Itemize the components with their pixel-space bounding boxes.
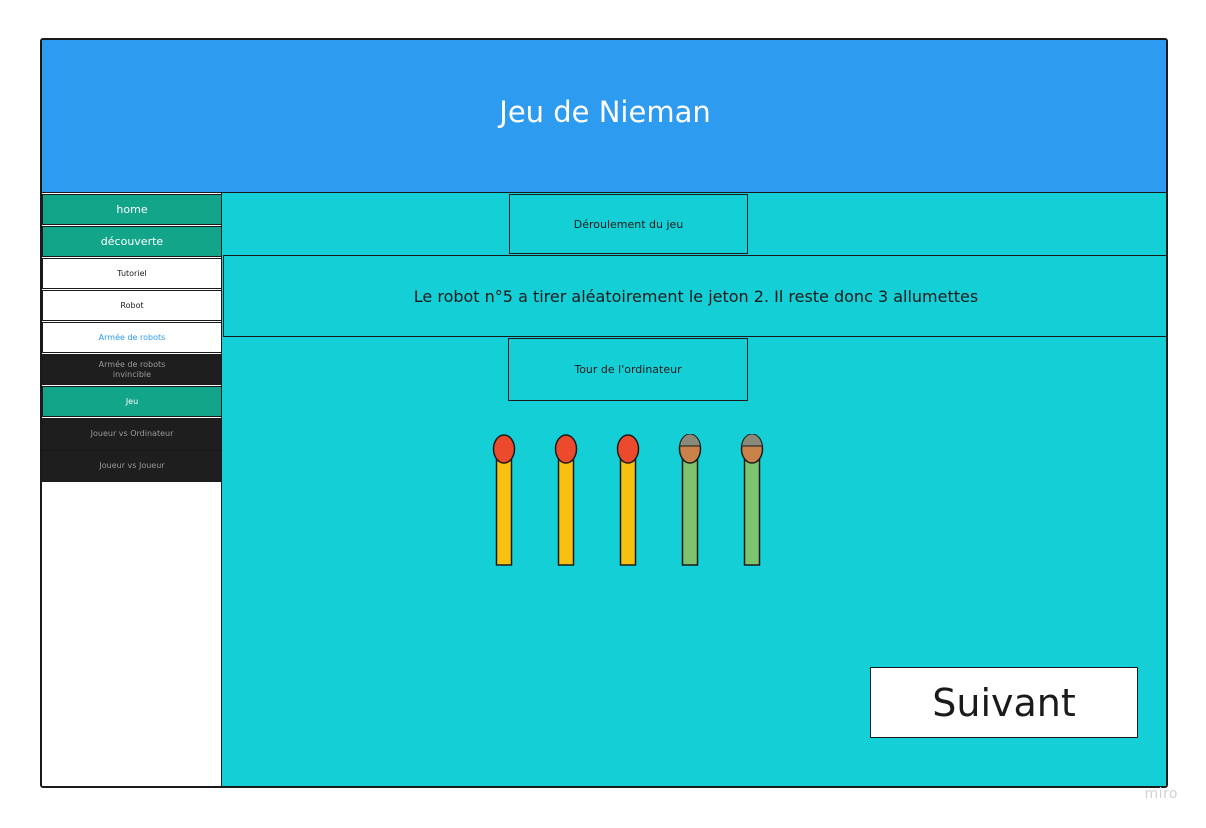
match-icon bbox=[616, 434, 640, 566]
miro-watermark: miro bbox=[1144, 786, 1178, 802]
match-icon bbox=[492, 434, 516, 566]
next-button[interactable]: Suivant bbox=[870, 667, 1138, 738]
burnt-match-icon bbox=[678, 434, 702, 566]
sidebar-item-robot[interactable]: Robot bbox=[42, 290, 222, 321]
sidebar-item-armee-de-robots[interactable]: Armée de robots bbox=[42, 322, 222, 353]
header: Jeu de Nieman bbox=[42, 40, 1166, 193]
game-message: Le robot n°5 a tirer aléatoirement le je… bbox=[223, 255, 1166, 337]
burnt-match-icon bbox=[740, 434, 764, 566]
section-title: Déroulement du jeu bbox=[509, 194, 748, 254]
sidebar-item-joueur-vs-joueur[interactable]: Joueur vs Joueur bbox=[42, 450, 222, 482]
sidebar-item-joueur-vs-ordinateur[interactable]: Joueur vs Ordinateur bbox=[42, 418, 222, 450]
main-content: Déroulement du jeu Le robot n°5 a tirer … bbox=[222, 193, 1166, 786]
sidebar-item-decouverte[interactable]: découverte bbox=[42, 226, 222, 257]
app-window: Jeu de Nieman home découverte Tutoriel R… bbox=[40, 38, 1168, 788]
sidebar-item-home[interactable]: home bbox=[42, 194, 222, 225]
sidebar-item-tutoriel[interactable]: Tutoriel bbox=[42, 258, 222, 289]
match-icon bbox=[554, 434, 578, 566]
sidebar-item-armee-de-robots-invincible[interactable]: Armée de robots invincible bbox=[42, 354, 222, 385]
sidebar-item-jeu[interactable]: Jeu bbox=[42, 386, 222, 417]
turn-indicator: Tour de l'ordinateur bbox=[508, 338, 748, 401]
sidebar: home découverte Tutoriel Robot Armée de … bbox=[42, 193, 222, 786]
page-title: Jeu de Nieman bbox=[499, 95, 711, 129]
